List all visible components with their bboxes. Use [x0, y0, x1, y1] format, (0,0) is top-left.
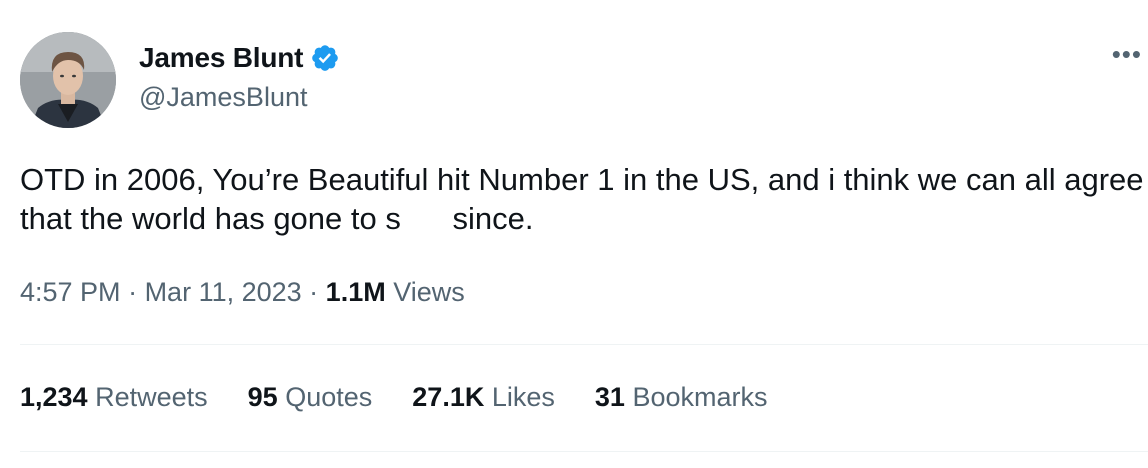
more-horizontal-icon[interactable]: •••	[1112, 41, 1142, 67]
bookmarks-label: Bookmarks	[632, 382, 768, 412]
tweet-text: OTD in 2006, You’re Beautiful hit Number…	[20, 162, 1144, 236]
meta-separator: ·	[301, 277, 326, 307]
engagement-stats: 1,234 Retweets 95 Quotes 27.1K Likes 31 …	[20, 382, 808, 413]
retweets-count: 1,234	[20, 382, 88, 412]
views-count: 1.1M	[325, 277, 386, 307]
tweet-card: James Blunt @JamesBlunt ••• OTD in 2006,…	[0, 0, 1148, 468]
quotes-count: 95	[247, 382, 278, 412]
likes-count: 27.1K	[412, 382, 485, 412]
likes-label: Likes	[491, 382, 555, 412]
retweets-stat[interactable]: 1,234 Retweets	[20, 382, 208, 413]
views-label: Views	[393, 277, 465, 307]
retweets-label: Retweets	[95, 382, 208, 412]
divider	[20, 451, 1148, 452]
bookmarks-stat[interactable]: 31 Bookmarks	[595, 382, 768, 413]
tweet-date[interactable]: Mar 11, 2023	[145, 277, 302, 307]
verified-badge-icon[interactable]	[310, 43, 340, 73]
author-handle[interactable]: @JamesBlunt	[139, 82, 307, 113]
quotes-label: Quotes	[285, 382, 373, 412]
meta-separator: ·	[120, 277, 145, 307]
tweet-time[interactable]: 4:57 PM	[20, 277, 121, 307]
avatar-image	[20, 32, 116, 128]
likes-stat[interactable]: 27.1K Likes	[412, 382, 555, 413]
avatar[interactable]	[20, 32, 116, 128]
quotes-stat[interactable]: 95 Quotes	[248, 382, 373, 413]
author-display-name[interactable]: James Blunt	[139, 42, 303, 74]
author-name-row[interactable]: James Blunt	[139, 40, 340, 76]
bookmarks-count: 31	[594, 382, 625, 412]
tweet-meta: 4:57 PM · Mar 11, 2023 · 1.1M Views	[20, 277, 465, 308]
divider	[20, 344, 1148, 345]
